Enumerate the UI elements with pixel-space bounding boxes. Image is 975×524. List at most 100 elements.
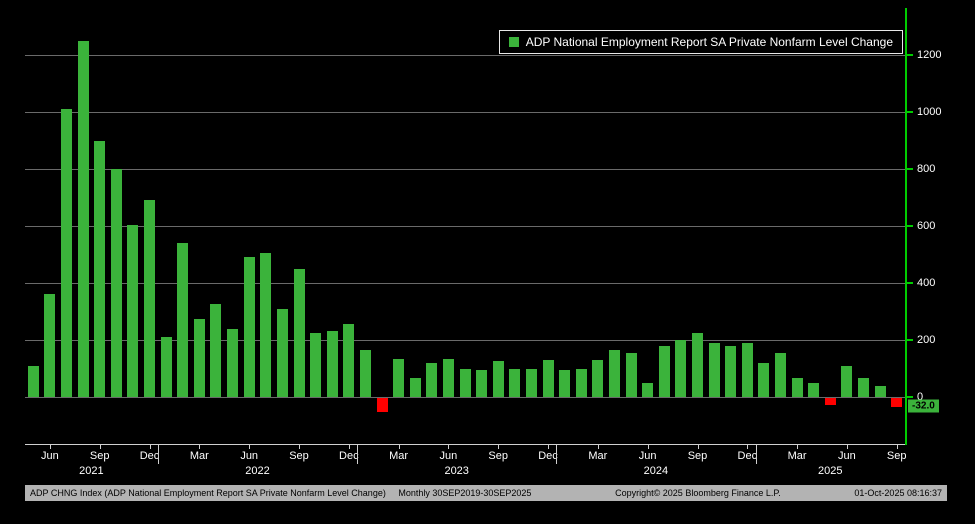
- bloomberg-chart-screen: ADP National Employment Report SA Privat…: [0, 0, 975, 524]
- chart-bar: [841, 366, 852, 397]
- y-tick: [907, 282, 913, 284]
- year-divider-tick: [756, 445, 757, 464]
- x-tick-label: Mar: [788, 450, 807, 462]
- chart-bar: [792, 378, 803, 397]
- chart-bar: [493, 361, 504, 397]
- gridline-0: [25, 397, 905, 398]
- chart-bar: [177, 243, 188, 397]
- footer-security-text: ADP CHNG Index (ADP National Employment …: [30, 488, 386, 498]
- year-divider-tick: [357, 445, 358, 464]
- x-tick: [349, 445, 350, 449]
- x-tick: [648, 445, 649, 449]
- chart-bar: [758, 363, 769, 397]
- chart-bar: [127, 225, 138, 397]
- chart-bar: [626, 353, 637, 397]
- chart-bar: [144, 200, 155, 397]
- chart-legend[interactable]: ADP National Employment Report SA Privat…: [499, 30, 903, 54]
- x-tick-label: Jun: [240, 450, 258, 462]
- series-color-swatch-icon: [509, 37, 519, 47]
- x-tick: [448, 445, 449, 449]
- chart-bar: [277, 309, 288, 397]
- chart-bar: [659, 346, 670, 397]
- x-tick-label: Dec: [339, 450, 359, 462]
- y-tick: [907, 168, 913, 170]
- chart-bar: [28, 366, 39, 397]
- chart-bar: [825, 398, 836, 405]
- chart-bar: [642, 383, 653, 397]
- x-tick: [498, 445, 499, 449]
- chart-bar: [775, 353, 786, 397]
- x-tick-label: Jun: [440, 450, 458, 462]
- status-footer: ADP CHNG Index (ADP National Employment …: [25, 485, 947, 501]
- y-tick: [907, 225, 913, 227]
- y-axis: -32.0 020040060080010001200: [905, 8, 975, 445]
- chart-bar: [294, 269, 305, 397]
- x-tick: [50, 445, 51, 449]
- chart-bar: [675, 340, 686, 397]
- chart-bar: [111, 169, 122, 397]
- x-tick-label: Jun: [41, 450, 59, 462]
- gridline-200: [25, 340, 905, 341]
- chart-bar: [244, 257, 255, 397]
- year-label: 2021: [79, 465, 103, 477]
- y-tick-label: 800: [917, 163, 935, 175]
- chart-bar: [210, 304, 221, 397]
- plot-area: [25, 8, 905, 444]
- y-tick-label: 200: [917, 334, 935, 346]
- x-tick: [299, 445, 300, 449]
- x-tick-label: Mar: [190, 450, 209, 462]
- chart-bar: [725, 346, 736, 397]
- chart-bar: [609, 350, 620, 397]
- y-tick-label: 1200: [917, 49, 941, 61]
- x-tick-label: Sep: [688, 450, 708, 462]
- x-tick-label: Dec: [538, 450, 558, 462]
- chart-bar: [410, 378, 421, 397]
- chart-bar: [592, 360, 603, 397]
- chart-bar: [576, 369, 587, 397]
- chart-bar: [808, 383, 819, 397]
- y-tick: [907, 396, 913, 398]
- gridline-1000: [25, 112, 905, 113]
- x-tick-label: Sep: [887, 450, 907, 462]
- gridline-600: [25, 226, 905, 227]
- chart-bar: [343, 324, 354, 397]
- y-tick-label: 400: [917, 277, 935, 289]
- y-tick-label: 600: [917, 220, 935, 232]
- x-tick: [399, 445, 400, 449]
- chart-bar: [161, 337, 172, 397]
- gridline-1200: [25, 55, 905, 56]
- x-axis: JunSepDecMarJunSepDecMarJunSepDecMarJunS…: [25, 445, 905, 483]
- y-tick: [907, 111, 913, 113]
- x-tick-label: Sep: [289, 450, 309, 462]
- year-label: 2025: [818, 465, 842, 477]
- chart-bar: [742, 343, 753, 397]
- year-label: 2024: [644, 465, 668, 477]
- footer-range-text: Monthly 30SEP2019-30SEP2025: [398, 488, 531, 498]
- x-tick: [797, 445, 798, 449]
- chart-bar: [709, 343, 720, 397]
- chart-bar: [327, 331, 338, 397]
- x-tick-label: Sep: [90, 450, 110, 462]
- x-tick-label: Jun: [639, 450, 657, 462]
- chart-bar: [543, 360, 554, 397]
- chart-bar: [227, 329, 238, 397]
- chart-bar: [692, 333, 703, 397]
- chart-bar: [194, 319, 205, 397]
- x-tick: [897, 445, 898, 449]
- chart-bar: [310, 333, 321, 397]
- x-tick: [150, 445, 151, 449]
- chart-bar: [426, 363, 437, 397]
- footer-copyright: Copyright© 2025 Bloomberg Finance L.P.: [615, 488, 781, 498]
- x-tick: [249, 445, 250, 449]
- y-tick: [907, 54, 913, 56]
- year-label: 2023: [444, 465, 468, 477]
- footer-security-info: ADP CHNG Index (ADP National Employment …: [30, 488, 541, 498]
- chart-bar: [526, 369, 537, 397]
- chart-bar: [460, 369, 471, 397]
- chart-bar: [393, 359, 404, 397]
- x-tick: [199, 445, 200, 449]
- x-tick: [747, 445, 748, 449]
- x-tick-label: Sep: [488, 450, 508, 462]
- year-divider-tick: [556, 445, 557, 464]
- chart-bar: [875, 386, 886, 397]
